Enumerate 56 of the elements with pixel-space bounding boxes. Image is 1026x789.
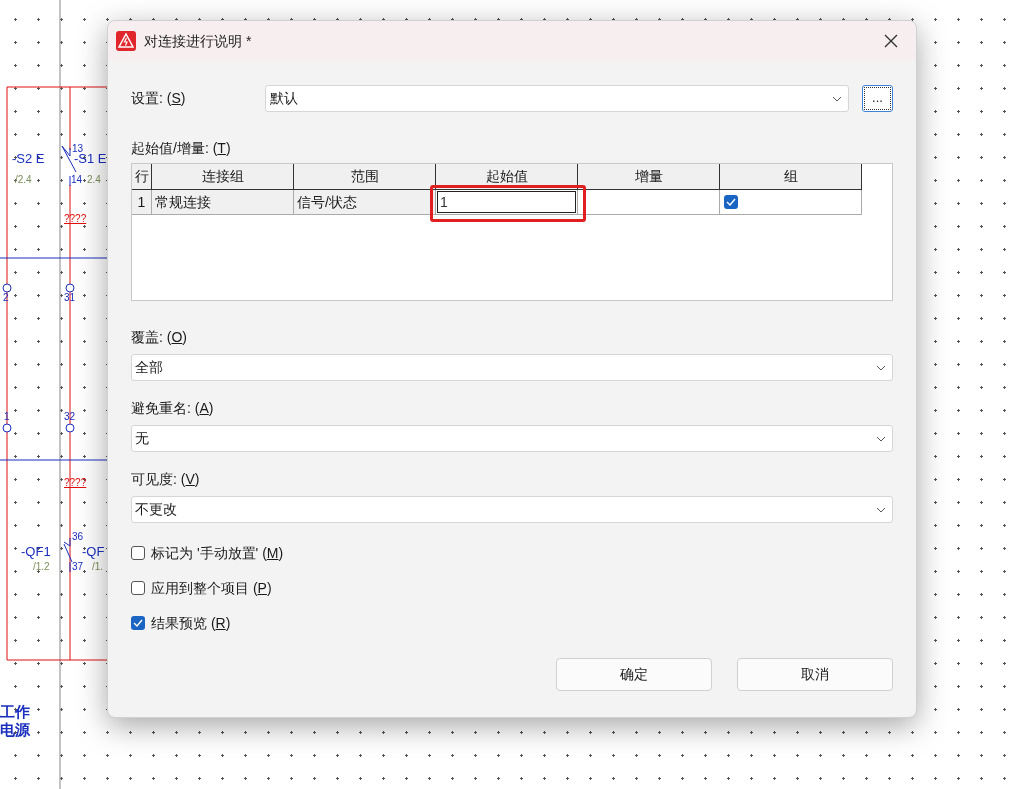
- placeholder-label: ????: [64, 478, 87, 488]
- warning-icon: [116, 31, 136, 51]
- settings-dropdown[interactable]: 默认: [265, 85, 849, 112]
- checkbox-label: 标记为 '手动放置' (M): [151, 543, 284, 563]
- checkbox-label: 结果预览 (R): [151, 613, 231, 633]
- device-label: -QF: [82, 545, 105, 558]
- chevron-down-icon: [832, 95, 842, 102]
- column-header: 组: [720, 164, 862, 190]
- checkbox-label: 应用到整个项目 (P): [151, 578, 272, 598]
- dropdown[interactable]: 全部: [131, 354, 893, 381]
- input-field[interactable]: 1: [437, 191, 576, 213]
- pin-number: 37: [72, 562, 84, 572]
- window-title: 对连接进行说明 *: [144, 31, 253, 51]
- browse-button[interactable]: ...: [862, 85, 893, 112]
- chevron-down-icon: [876, 435, 886, 442]
- dropdown[interactable]: 不更改: [131, 496, 893, 523]
- checkbox[interactable]: [131, 616, 145, 630]
- checkbox[interactable]: [131, 581, 145, 595]
- column-header: 起始值: [436, 164, 578, 190]
- ok-button[interactable]: 确定: [556, 658, 712, 691]
- pin-number: 14: [71, 175, 83, 185]
- chevron-down-icon: [876, 506, 886, 513]
- pin-number: 32: [64, 412, 76, 422]
- field-label: 覆盖: (O): [131, 328, 188, 347]
- checkbox[interactable]: [724, 195, 738, 209]
- dropdown[interactable]: 无: [131, 425, 893, 452]
- section-label: 起始值/增量: (T): [131, 139, 232, 158]
- reference-label: /1.: [92, 562, 104, 572]
- device-label: -QF1: [21, 545, 51, 558]
- device-label: -S1 E: [74, 152, 107, 165]
- table-cell: 常规连接: [152, 190, 294, 215]
- device-label: -S2 E: [12, 152, 45, 165]
- column-header: 连接组: [152, 164, 294, 190]
- pin-number: 13: [72, 144, 84, 154]
- column-header: 范围: [294, 164, 436, 190]
- reference-label: /2.4: [15, 175, 32, 185]
- close-icon: [884, 34, 898, 48]
- field-label: 设置: (S): [131, 89, 187, 108]
- pin-number: 1: [4, 412, 10, 422]
- title-label: 电源: [0, 722, 30, 737]
- placeholder-label: ????: [64, 214, 87, 224]
- field-label: 可见度: (V): [131, 470, 201, 489]
- checkbox[interactable]: [131, 546, 145, 560]
- column-header: 行: [132, 164, 152, 190]
- row-number: 1: [132, 190, 152, 215]
- column-header: 增量: [578, 164, 720, 190]
- pin-number: 36: [72, 532, 84, 542]
- pin-number: 2: [3, 293, 9, 303]
- table-cell: 信号/状态: [294, 190, 436, 215]
- field-label: 避免重名: (A): [131, 399, 215, 418]
- cancel-button[interactable]: 取消: [737, 658, 893, 691]
- pin-number: 31: [64, 293, 76, 303]
- chevron-down-icon: [876, 364, 886, 371]
- title-label: 工作: [0, 704, 30, 719]
- reference-label: /1.2: [33, 562, 50, 572]
- reference-label: 2.4: [87, 175, 101, 185]
